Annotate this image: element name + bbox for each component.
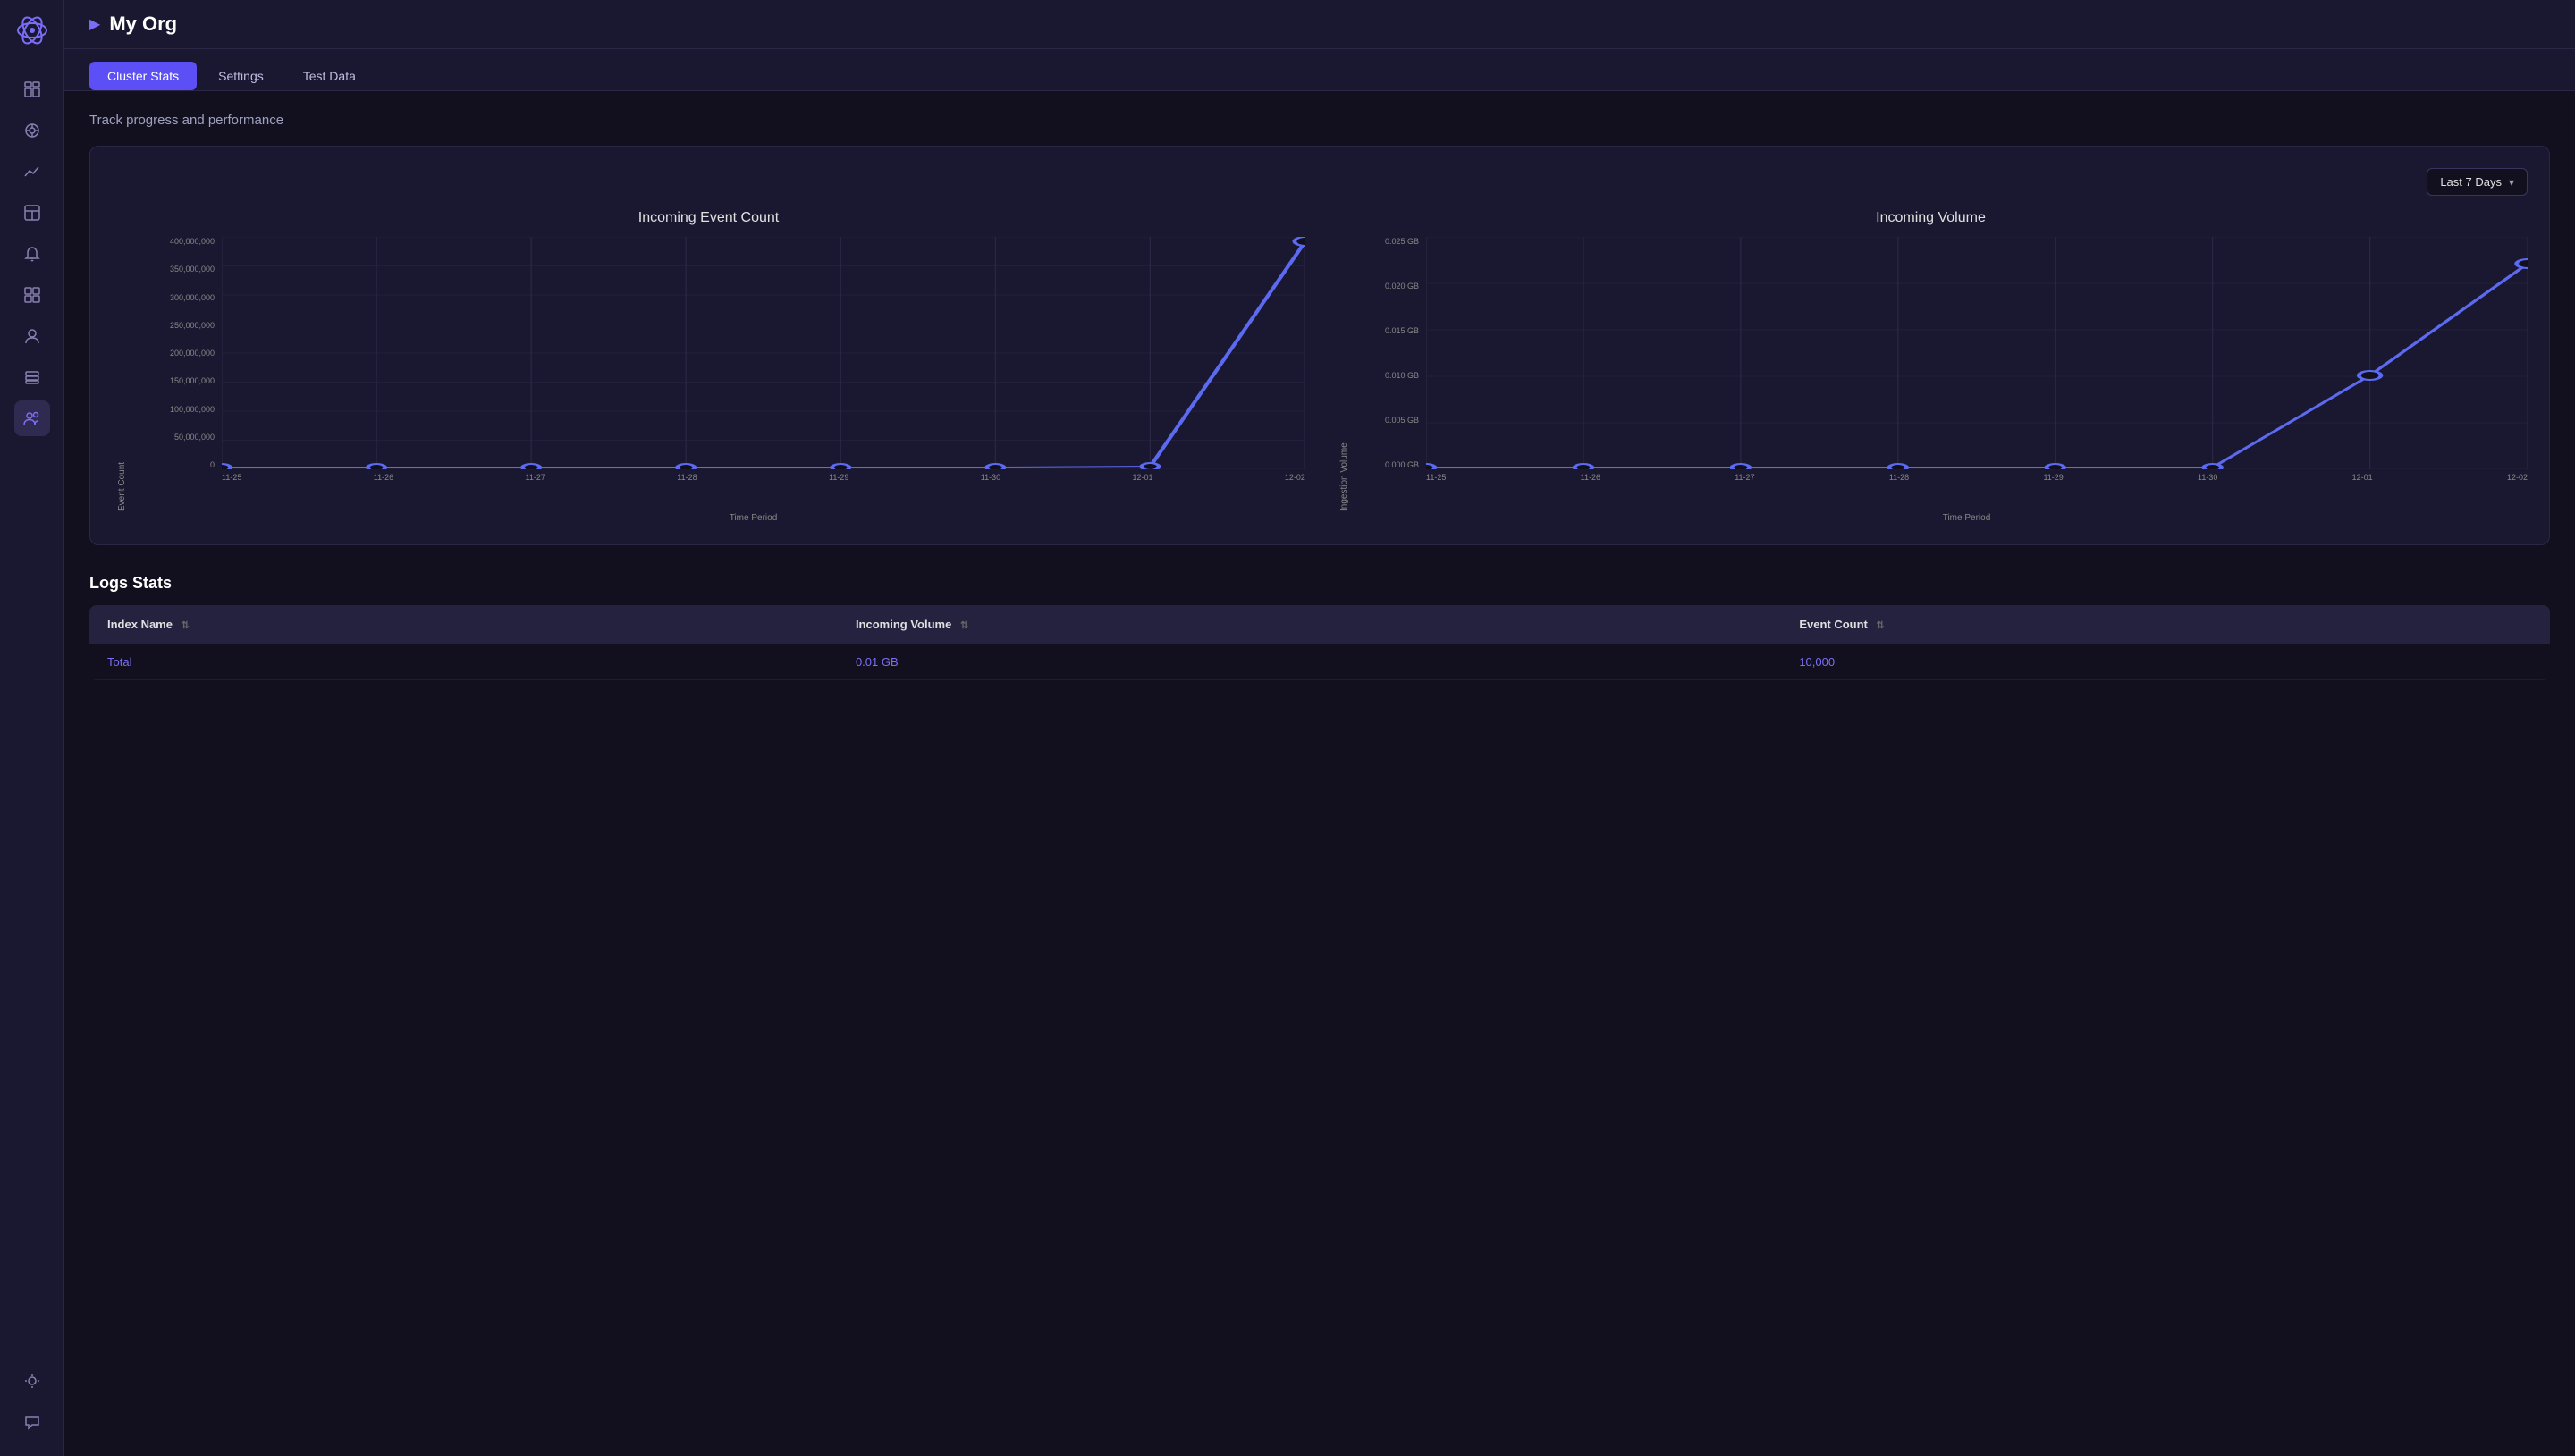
col-event-count[interactable]: Event Count ⇅ <box>1781 605 2550 644</box>
y-tick: 200,000,000 <box>170 349 215 358</box>
app-logo[interactable] <box>13 11 52 50</box>
users-icon[interactable] <box>14 400 50 436</box>
sidebar-bottom <box>14 1363 50 1445</box>
x-tick: 11-30 <box>2198 473 2217 482</box>
chat-icon[interactable] <box>14 1404 50 1440</box>
tab-settings[interactable]: Settings <box>200 62 282 90</box>
network-icon[interactable] <box>14 113 50 148</box>
page-subtitle: Track progress and performance <box>89 113 2550 128</box>
y-tick: 100,000,000 <box>170 405 215 414</box>
x-tick: 12-02 <box>1285 473 1305 482</box>
x-tick: 11-26 <box>374 473 393 482</box>
layout-icon[interactable] <box>14 195 50 231</box>
y-tick: 0.000 GB <box>1385 460 1419 469</box>
theme-icon[interactable] <box>14 1363 50 1399</box>
cell-index-name: Total <box>89 644 838 680</box>
y-tick: 0.005 GB <box>1385 416 1419 425</box>
volume-title: Incoming Volume <box>1334 210 2528 226</box>
cell-event-count: 10,000 <box>1781 644 2550 680</box>
volume-chart: Incoming Volume Ingestion Volume 0.025 G… <box>1334 210 2528 523</box>
main-content: ▶ My Org Cluster Stats Settings Test Dat… <box>64 0 2575 1456</box>
col-index-name[interactable]: Index Name ⇅ <box>89 605 838 644</box>
event-count-x-label: Time Period <box>112 513 1305 523</box>
event-count-area: Event Count 400,000,000 350,000,000 300,… <box>112 237 1305 523</box>
storage-icon[interactable] <box>14 359 50 395</box>
x-tick: 12-01 <box>1133 473 1153 482</box>
volume-area: Ingestion Volume 0.025 GB 0.020 GB 0.015… <box>1334 237 2528 523</box>
chart-header: Last 7 Days ▾ <box>112 168 2528 196</box>
table-row: Total 0.01 GB 10,000 <box>89 644 2550 680</box>
y-tick: 0 <box>210 460 215 469</box>
x-tick: 12-02 <box>2507 473 2528 482</box>
volume-x-label: Time Period <box>1334 513 2528 523</box>
tab-cluster-stats[interactable]: Cluster Stats <box>89 62 197 90</box>
chevron-down-icon: ▾ <box>2509 176 2514 189</box>
page-header: ▶ My Org <box>64 0 2575 49</box>
event-count-svg <box>222 237 1305 469</box>
sort-icon: ⇅ <box>1877 620 1885 631</box>
person-icon[interactable] <box>14 318 50 354</box>
col-incoming-volume[interactable]: Incoming Volume ⇅ <box>838 605 1781 644</box>
x-tick: 11-25 <box>222 473 241 482</box>
x-tick: 11-28 <box>1889 473 1909 482</box>
sort-icon: ⇅ <box>960 620 968 631</box>
x-tick: 11-28 <box>677 473 697 482</box>
page-title: My Org <box>109 13 177 36</box>
event-count-y-label: Event Count <box>112 237 132 511</box>
cell-incoming-volume: 0.01 GB <box>838 644 1781 680</box>
logs-stats-table: Index Name ⇅ Incoming Volume ⇅ Event Cou… <box>89 605 2550 680</box>
event-count-chart: Incoming Event Count Event Count 400,000… <box>112 210 1305 523</box>
x-tick: 12-01 <box>2352 473 2373 482</box>
date-filter-dropdown[interactable]: Last 7 Days ▾ <box>2427 168 2528 196</box>
table-header-row: Index Name ⇅ Incoming Volume ⇅ Event Cou… <box>89 605 2550 644</box>
y-tick: 50,000,000 <box>174 433 215 442</box>
y-tick: 0.015 GB <box>1385 326 1419 335</box>
sort-icon: ⇅ <box>182 620 190 631</box>
date-filter-label: Last 7 Days <box>2440 175 2502 189</box>
sidebar <box>0 0 64 1456</box>
y-tick: 150,000,000 <box>170 376 215 385</box>
x-tick: 11-29 <box>2043 473 2063 482</box>
charts-row: Incoming Event Count Event Count 400,000… <box>112 210 2528 523</box>
y-tick: 300,000,000 <box>170 293 215 302</box>
y-tick: 350,000,000 <box>170 265 215 274</box>
tab-bar: Cluster Stats Settings Test Data <box>64 49 2575 91</box>
event-count-title: Incoming Event Count <box>112 210 1305 226</box>
volume-y-label: Ingestion Volume <box>1334 237 1355 511</box>
page-content: Track progress and performance Last 7 Da… <box>64 91 2575 1456</box>
y-tick: 400,000,000 <box>170 237 215 246</box>
volume-svg <box>1426 237 2528 469</box>
x-tick: 11-26 <box>1581 473 1600 482</box>
breadcrumb-arrow: ▶ <box>89 15 100 33</box>
dashboard-icon[interactable] <box>14 72 50 107</box>
y-tick: 0.010 GB <box>1385 371 1419 380</box>
widgets-icon[interactable] <box>14 277 50 313</box>
x-tick: 11-30 <box>981 473 1000 482</box>
bell-icon[interactable] <box>14 236 50 272</box>
chart-container: Last 7 Days ▾ Incoming Event Count Event… <box>89 146 2550 545</box>
x-tick: 11-27 <box>526 473 545 482</box>
x-tick: 11-27 <box>1735 473 1754 482</box>
chart-icon[interactable] <box>14 154 50 189</box>
y-tick: 0.025 GB <box>1385 237 1419 246</box>
tab-test-data[interactable]: Test Data <box>285 62 374 90</box>
y-tick: 250,000,000 <box>170 321 215 330</box>
event-count-body: 400,000,000 350,000,000 300,000,000 250,… <box>132 237 1305 496</box>
y-tick: 0.020 GB <box>1385 282 1419 290</box>
x-tick: 11-25 <box>1426 473 1446 482</box>
volume-body: 0.025 GB 0.020 GB 0.015 GB 0.010 GB 0.00… <box>1355 237 2528 496</box>
logs-stats-section: Logs Stats Index Name ⇅ Incoming Volume … <box>89 574 2550 680</box>
x-tick: 11-29 <box>829 473 848 482</box>
logs-stats-title: Logs Stats <box>89 574 2550 593</box>
